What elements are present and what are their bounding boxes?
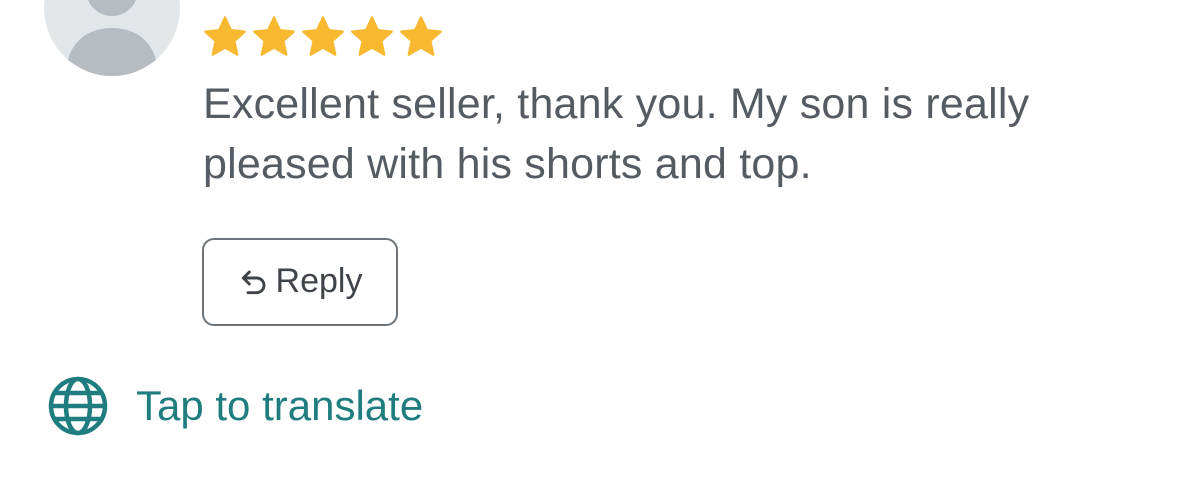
reply-arrow-icon: [241, 270, 265, 295]
star-rating: [202, 14, 444, 60]
globe-icon: [48, 376, 108, 436]
star-icon: [400, 16, 442, 56]
star-icon: [204, 16, 246, 56]
translate-link-label: Tap to translate: [136, 382, 424, 429]
user-avatar: [44, 0, 180, 76]
star-icon: [253, 16, 295, 56]
reply-button[interactable]: Reply: [202, 238, 398, 326]
review-text: Excellent seller, thank you. My son is r…: [203, 80, 1030, 188]
translate-link[interactable]: Tap to translate: [46, 374, 423, 438]
star-icon: [351, 16, 393, 56]
star-icon: [302, 16, 344, 56]
reply-button-label: Reply: [275, 261, 363, 300]
user-silhouette-icon: [66, 0, 158, 76]
